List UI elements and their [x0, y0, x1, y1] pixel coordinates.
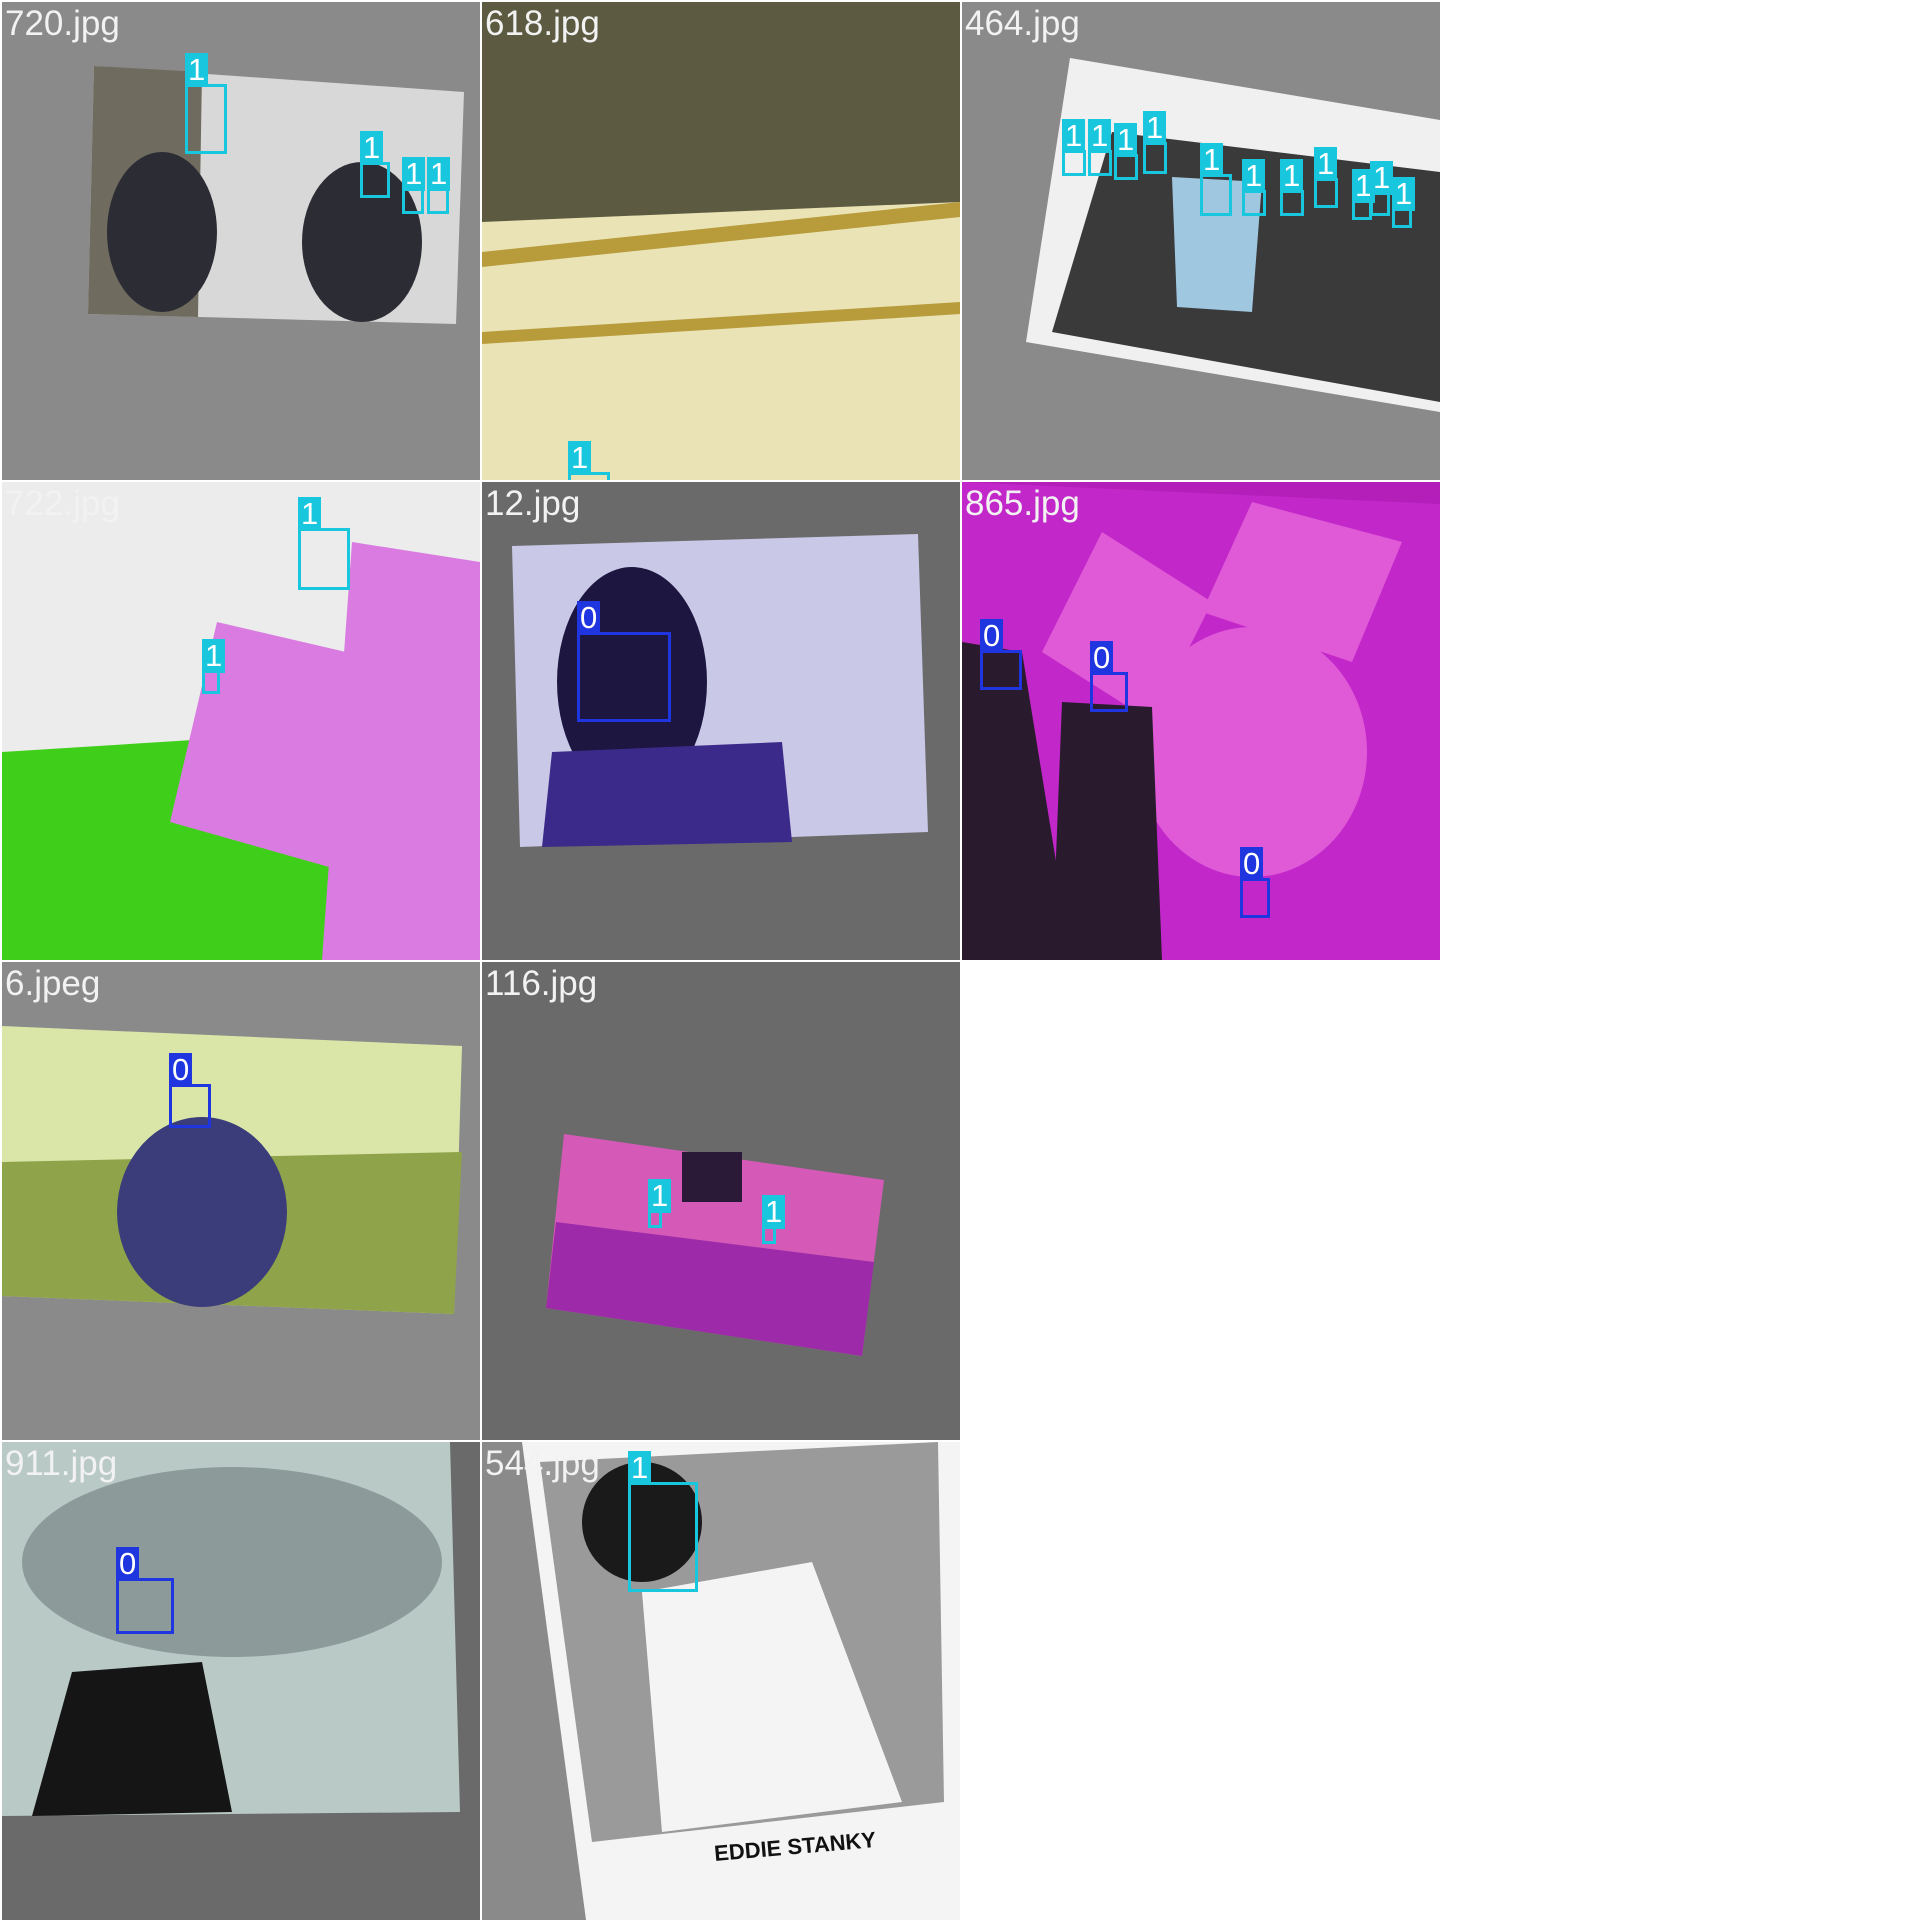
detection-class-label: 1: [360, 131, 384, 165]
image-filename: 911.jpg: [5, 1444, 118, 1483]
detection-box: 0: [1090, 641, 1128, 712]
detection-class-label: 1: [402, 157, 426, 191]
person-figure: [107, 152, 217, 312]
detection-class-label: 1: [628, 1451, 652, 1485]
image-filename: 720.jpg: [5, 4, 120, 43]
tile-6: 0 6.jpeg: [2, 962, 480, 1440]
image-filename: 6.jpeg: [5, 964, 101, 1003]
tile-865: 0 0 0 865.jpg: [962, 482, 1440, 960]
detection-box: 1: [1088, 119, 1112, 176]
detection-class-label: 1: [1143, 111, 1167, 145]
tile-photo: [962, 482, 1440, 960]
detection-box: 1: [202, 639, 226, 694]
detection-box: 0: [169, 1053, 211, 1128]
tile-photo: [2, 1442, 480, 1920]
mascot-figure: [1137, 627, 1367, 877]
tile-464: 1 1 1 1 1 1 1 1 1 1 1 464.jpg: [962, 2, 1440, 480]
detection-class-label: 1: [185, 53, 209, 87]
person-coat: [542, 742, 792, 847]
detection-box: 1: [1143, 111, 1167, 174]
detection-box: 1: [628, 1451, 698, 1592]
detection-box: 1: [1392, 177, 1416, 228]
detection-box: 0: [980, 619, 1022, 690]
detection-box: 1: [1314, 147, 1338, 208]
detection-class-label: 1: [1314, 147, 1338, 181]
detection-box: 0: [1240, 847, 1270, 918]
tile-photo: [482, 482, 960, 960]
detection-class-label: 0: [116, 1547, 140, 1581]
detection-box: 1: [1114, 123, 1138, 180]
detection-class-label: 1: [762, 1195, 786, 1229]
detection-class-label: 0: [980, 619, 1004, 653]
tile-722: 1 1 722.jpg: [2, 482, 480, 960]
detection-box: 1: [762, 1195, 786, 1244]
detection-box: 1: [427, 157, 451, 214]
umbrella: [22, 1467, 442, 1657]
image-filename: 722.jpg: [5, 484, 120, 523]
detection-box: 1: [1280, 159, 1304, 216]
tile-photo: [962, 2, 1440, 480]
detection-class-label: 0: [1240, 847, 1264, 881]
detection-box: 1: [185, 53, 227, 154]
tile-photo: [2, 962, 480, 1440]
image-filename: 116.jpg: [485, 964, 598, 1003]
detection-box: 1: [1062, 119, 1086, 176]
tile-720: 1 1 1 1 720.jpg: [2, 2, 480, 480]
detection-class-label: 0: [169, 1053, 193, 1087]
detection-class-label: 1: [648, 1179, 672, 1213]
image-filename: 865.jpg: [965, 484, 1080, 523]
tile-618: 1 618.jpg: [482, 2, 960, 480]
detection-box: 1: [402, 157, 426, 214]
tile-photo: [482, 962, 960, 1440]
image-filename: 618.jpg: [485, 4, 600, 43]
tile-116: 1 1 116.jpg: [482, 962, 960, 1440]
detection-box: 1: [568, 441, 610, 480]
detection-class-label: 1: [1114, 123, 1138, 157]
detection-class-label: 1: [568, 441, 592, 475]
image-filename: 544.jpg: [485, 1444, 600, 1483]
detection-box: 1: [1352, 169, 1376, 220]
tile-photo: [482, 2, 960, 480]
person-figure: [1052, 702, 1162, 960]
tile-544: 1 EDDIE STANKY 544.jpg: [482, 1442, 960, 1920]
detection-class-label: 1: [202, 639, 226, 673]
tile-photo: [2, 482, 480, 960]
detection-class-label: 1: [1088, 119, 1112, 153]
detection-box: 1: [1200, 143, 1232, 216]
detection-box: 1: [298, 497, 350, 590]
detection-box: 1: [1370, 161, 1394, 216]
tile-12: 0 12.jpg: [482, 482, 960, 960]
detection-class-label: 0: [1090, 641, 1114, 675]
detection-class-label: 1: [1280, 159, 1304, 193]
detection-class-label: 1: [1242, 159, 1266, 193]
detection-class-label: 0: [577, 601, 601, 635]
detection-class-label: 1: [1200, 143, 1224, 177]
detection-box: 0: [116, 1547, 174, 1634]
detection-box: 0: [577, 601, 671, 722]
church-window: [682, 1152, 742, 1202]
tile-photo: [2, 2, 480, 480]
detection-class-label: 1: [298, 497, 322, 531]
detection-box: 1: [648, 1179, 672, 1228]
person-figure: [117, 1117, 287, 1307]
detection-class-label: 1: [1392, 177, 1416, 211]
detection-class-label: 1: [427, 157, 451, 191]
detection-mosaic: 1 1 1 1 720.jpg 1 618.jpg 1 1 1 1 1 1 1 …: [0, 0, 1920, 1920]
detection-box: 1: [360, 131, 390, 198]
detection-class-label: 1: [1062, 119, 1086, 153]
image-filename: 12.jpg: [485, 484, 581, 523]
detection-box: 1: [1242, 159, 1266, 216]
tile-911: 0 911.jpg: [2, 1442, 480, 1920]
detection-class-label: 1: [1370, 161, 1394, 195]
image-filename: 464.jpg: [965, 4, 1080, 43]
